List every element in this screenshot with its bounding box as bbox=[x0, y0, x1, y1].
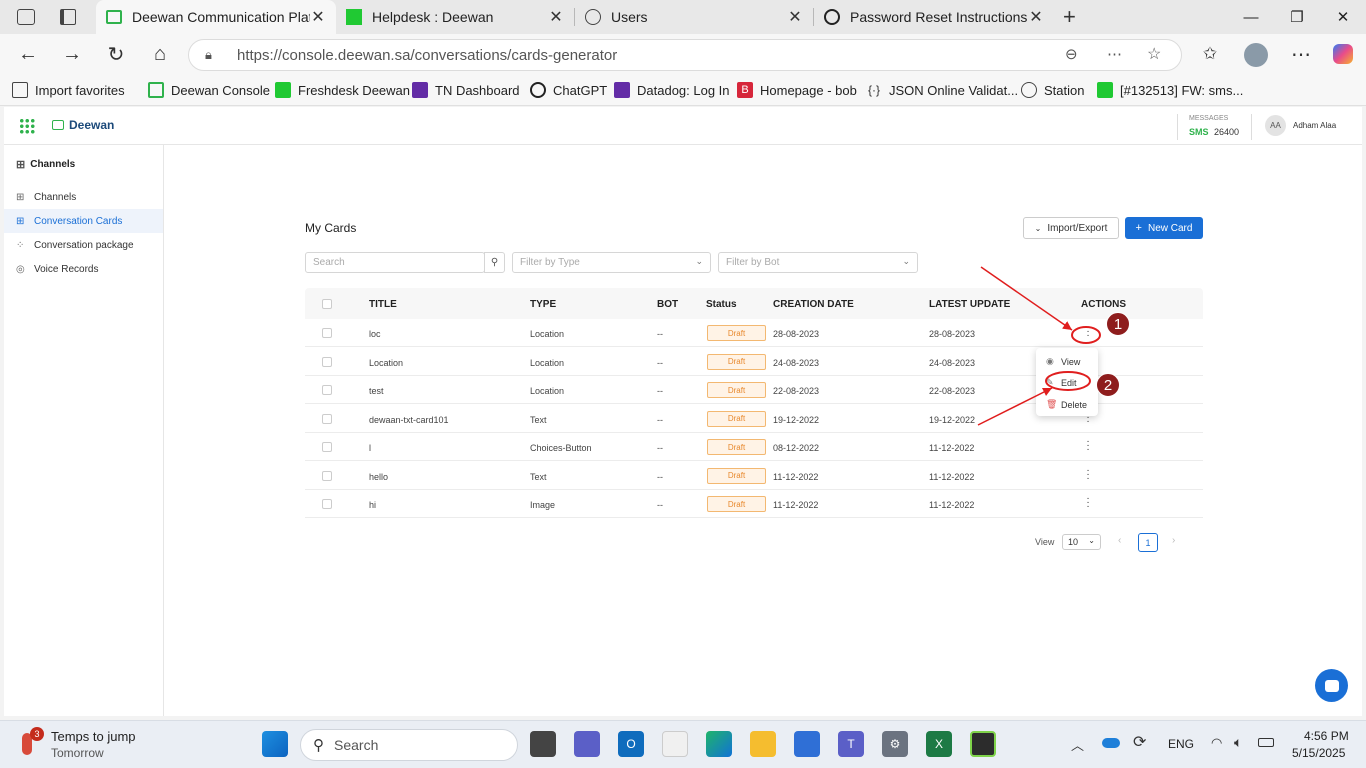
arrow-to-actions bbox=[980, 266, 1073, 331]
edge-icon[interactable] bbox=[706, 731, 732, 757]
excel-icon[interactable]: X bbox=[926, 731, 952, 757]
outlook-icon[interactable]: O bbox=[618, 731, 644, 757]
wifi-icon[interactable]: ◠ bbox=[1211, 735, 1222, 751]
weather-title: Temps to jump bbox=[51, 729, 136, 744]
app-avatar-icon[interactable] bbox=[662, 731, 688, 757]
start-windows-icon[interactable] bbox=[262, 731, 288, 757]
store-icon[interactable] bbox=[794, 731, 820, 757]
show-hidden-icons-icon[interactable]: ︿ bbox=[1071, 735, 1084, 754]
clock-date[interactable]: 5/15/2025 bbox=[1292, 746, 1345, 760]
teams-meet-icon[interactable] bbox=[574, 731, 600, 757]
file-explorer-icon[interactable] bbox=[750, 731, 776, 757]
task-view-icon[interactable] bbox=[530, 731, 556, 757]
app-green-icon[interactable] bbox=[970, 731, 996, 757]
search-icon: ⚲ bbox=[313, 737, 324, 754]
settings-gear-icon[interactable]: ⚙ bbox=[882, 731, 908, 757]
arrow-to-edit bbox=[977, 387, 1053, 426]
windows-taskbar: 3 Temps to jump Tomorrow ⚲ Search O T ⚙ … bbox=[0, 720, 1366, 768]
teams-icon[interactable]: T bbox=[838, 731, 864, 757]
clock-time[interactable]: 4:56 PM bbox=[1304, 729, 1349, 743]
taskbar-search[interactable]: ⚲ Search bbox=[300, 729, 518, 761]
weather-badge: 3 bbox=[30, 727, 44, 741]
sync-icon[interactable]: ⟳ bbox=[1133, 732, 1146, 752]
annotation-overlay bbox=[977, 266, 1101, 426]
callout-2: 2 bbox=[1096, 373, 1120, 397]
volume-icon[interactable]: 🔈︎ bbox=[1234, 734, 1242, 751]
weather-sub: Tomorrow bbox=[51, 746, 104, 760]
actions-highlight-circle bbox=[1071, 326, 1101, 344]
battery-icon[interactable] bbox=[1258, 738, 1274, 747]
language-indicator[interactable]: ENG bbox=[1168, 737, 1194, 751]
callout-1: 1 bbox=[1106, 312, 1130, 336]
onedrive-icon[interactable] bbox=[1102, 738, 1120, 748]
weather-widget[interactable]: 3 Temps to jump Tomorrow bbox=[18, 727, 168, 763]
edit-highlight-circle bbox=[1045, 371, 1091, 391]
